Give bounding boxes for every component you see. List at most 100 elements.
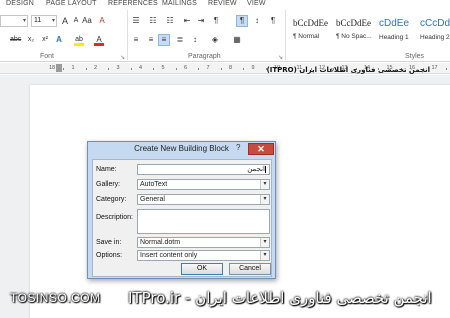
ruler-tick	[175, 68, 177, 70]
strikethrough-button[interactable]: abc	[10, 34, 21, 46]
borders-button[interactable]: ▦	[232, 34, 242, 46]
shrink-font-button[interactable]: A	[71, 15, 81, 27]
ruler-tick	[220, 68, 222, 70]
align-left-button[interactable]: ≡	[131, 34, 141, 46]
options-value: Insert content only	[140, 252, 198, 259]
text-effects-button[interactable]: A	[54, 34, 64, 46]
sort-button[interactable]: ↕	[252, 15, 262, 27]
options-label: Options:	[96, 252, 123, 259]
ruler-tick	[130, 68, 132, 70]
bullets-button[interactable]: ☰	[131, 15, 141, 27]
ribbon: DESIGN PAGE LAYOUT REFERENCES MAILINGS R…	[0, 0, 450, 62]
ruler-number: 5	[161, 65, 165, 71]
group-divider	[127, 10, 128, 60]
style-label: Heading 2	[420, 34, 450, 41]
watermark-right: ITPro.ir - انجمن تخصصی فناوری اطلاعات ای…	[128, 289, 432, 307]
help-icon[interactable]: ?	[236, 143, 240, 152]
font-size-combo[interactable]: 11 ▾	[31, 15, 57, 27]
font-name-combo[interactable]: ▾	[0, 15, 28, 27]
chevron-down-icon: ▾	[51, 18, 55, 24]
category-select[interactable]: General ▾	[137, 194, 270, 205]
ruler-number: 3	[116, 65, 120, 71]
line-spacing-button[interactable]: ↕	[190, 34, 200, 46]
ruler-tick	[243, 68, 245, 70]
show-marks-button[interactable]: ¶	[268, 15, 278, 27]
ruler-tick	[445, 68, 447, 70]
ok-button[interactable]: OK	[181, 263, 223, 275]
category-label: Category:	[96, 196, 127, 203]
rtl-button[interactable]: ¶	[236, 15, 248, 27]
chevron-down-icon: ▾	[22, 18, 26, 24]
align-right-button[interactable]: ≡	[158, 34, 170, 46]
gallery-value: AutoText	[140, 181, 168, 188]
save-in-value: Normal.dotm	[140, 239, 181, 246]
ruler-tick	[63, 68, 65, 70]
style-heading-2[interactable]: cCcDdEe Heading 2	[417, 14, 450, 49]
style-sample: cCcDdEe	[420, 18, 450, 29]
ribbon-tabs: DESIGN PAGE LAYOUT REFERENCES MAILINGS R…	[0, 0, 450, 9]
chevron-down-icon[interactable]: ▾	[260, 180, 269, 189]
dialog-title: Create New Building Block	[134, 144, 229, 153]
subscript-button[interactable]: x₂	[26, 34, 36, 46]
save-in-select[interactable]: Normal.dotm ▾	[137, 237, 270, 248]
tab-review[interactable]: REVIEW	[208, 0, 237, 7]
ruler-number: 17	[431, 65, 438, 71]
numbering-button[interactable]: ☷	[148, 15, 158, 27]
close-button[interactable]: ✕	[248, 143, 274, 155]
ruler-tick	[153, 68, 155, 70]
paragraph-group-label: Paragraph	[188, 53, 221, 60]
tab-mailings[interactable]: MAILINGS	[162, 0, 197, 7]
font-dialog-launcher-icon[interactable]: ↘	[120, 54, 125, 61]
tab-page-layout[interactable]: PAGE LAYOUT	[46, 0, 97, 7]
highlight-button[interactable]: ab	[74, 34, 84, 46]
paragraph-dialog-launcher-icon[interactable]: ↘	[278, 54, 283, 61]
styles-group-label: Styles	[405, 53, 425, 60]
dialog-body: Name: انجمن Gallery: AutoText ▾ Category…	[92, 159, 272, 277]
document-heading[interactable]: انجمن تخصصی فناوری اطلاعات ایران (ITPRO)	[267, 66, 430, 74]
text-caret	[265, 165, 266, 173]
justify-button[interactable]: ≣	[175, 34, 185, 46]
watermark-left: TOSINSO.COM	[10, 291, 101, 305]
ruler-number: 1	[71, 65, 75, 71]
font-group-label: Font	[40, 53, 55, 60]
ruler-number: 8	[229, 65, 233, 71]
description-label: Description:	[96, 214, 133, 221]
chevron-down-icon[interactable]: ▾	[260, 238, 269, 247]
ruler-number: 7	[206, 65, 210, 71]
cancel-button[interactable]: Cancel	[229, 263, 271, 275]
change-case-button[interactable]: Aa	[82, 15, 92, 27]
superscript-button[interactable]: x²	[40, 34, 50, 46]
ruler-number: 6	[184, 65, 188, 71]
name-value: انجمن	[247, 166, 265, 173]
ltr-button[interactable]: ¶	[211, 15, 221, 27]
tab-view[interactable]: VIEW	[247, 0, 266, 7]
tab-design[interactable]: DESIGN	[6, 0, 34, 7]
group-divider	[285, 10, 286, 60]
ruler-tick	[198, 68, 200, 70]
font-size-value: 11	[34, 17, 42, 24]
font-color-button[interactable]: A	[94, 34, 104, 46]
ruler-number: 4	[139, 65, 143, 71]
tab-references[interactable]: REFERENCES	[108, 0, 158, 7]
chevron-down-icon[interactable]: ▾	[260, 251, 269, 260]
category-value: General	[140, 196, 165, 203]
ruler-tick	[108, 68, 110, 70]
shading-button[interactable]: ◈	[210, 34, 220, 46]
gallery-select[interactable]: AutoText ▾	[137, 179, 270, 190]
indent-marker[interactable]	[56, 64, 62, 72]
chevron-down-icon[interactable]: ▾	[260, 195, 269, 204]
ruler-number: 2	[94, 65, 98, 71]
description-input[interactable]	[137, 209, 270, 234]
name-input[interactable]: انجمن	[137, 164, 270, 175]
increase-indent-button[interactable]: ⇥	[196, 15, 206, 27]
ruler-number: 18	[49, 65, 56, 71]
decrease-indent-button[interactable]: ⇤	[182, 15, 192, 27]
clear-format-button[interactable]: A	[97, 15, 107, 27]
ruler-tick	[85, 68, 87, 70]
grow-font-button[interactable]: A	[60, 15, 70, 27]
multilevel-button[interactable]: ☷	[165, 15, 175, 27]
save-in-label: Save in:	[96, 239, 122, 246]
options-select[interactable]: Insert content only ▾	[137, 250, 270, 261]
create-building-block-dialog: Create New Building Block ? ✕ Name: انجم…	[87, 141, 276, 279]
center-button[interactable]: ≡	[146, 34, 156, 46]
